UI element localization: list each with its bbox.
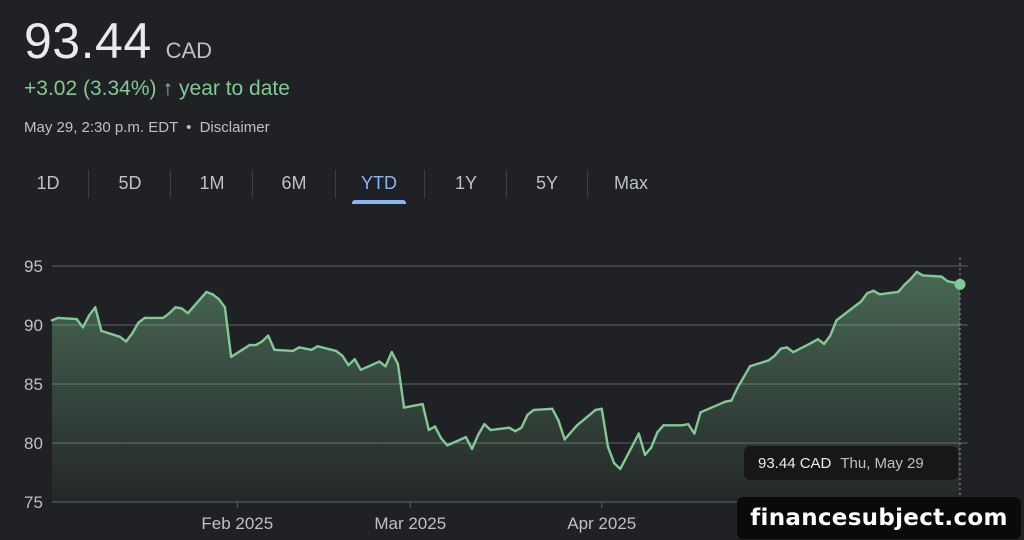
watermark: financesubject.com	[737, 497, 1021, 539]
tab-ytd[interactable]: YTD	[352, 166, 406, 204]
y-tick-label: 75	[24, 493, 43, 512]
price-line-segment	[273, 348, 295, 353]
current-price-dot	[954, 278, 966, 290]
active-tab-indicator	[352, 200, 406, 204]
tab-label: YTD	[361, 173, 397, 193]
y-tick-label: 80	[24, 434, 43, 453]
tab-max[interactable]: Max	[600, 166, 662, 202]
tab-label: 5D	[118, 173, 142, 193]
price-line-segment	[532, 407, 554, 412]
price-change: +3.02 (3.34%) ↑ year to date	[24, 77, 290, 101]
tab-label: 6M	[281, 173, 307, 193]
tab-5y[interactable]: 5Y	[519, 166, 575, 202]
price-header: 93.44 CAD	[24, 12, 212, 70]
tab-1d[interactable]: 1D	[20, 166, 76, 202]
x-axis-ticks: Feb 2025Mar 2025Apr 2025May 2025	[201, 502, 824, 533]
tooltip-value: 93.44 CAD	[758, 454, 832, 472]
tooltip-date: Thu, May 29	[840, 454, 924, 472]
current-price: 93.44	[24, 13, 152, 69]
separator-dot: •	[186, 119, 192, 136]
tab-label: 1D	[36, 173, 60, 193]
y-tick-label: 85	[24, 375, 43, 394]
tab-label: Max	[613, 173, 648, 193]
tab-label: 1Y	[454, 173, 478, 193]
tab-1m[interactable]: 1M	[184, 166, 240, 202]
tab-label: 1M	[199, 173, 225, 193]
x-tick-label: Apr 2025	[567, 514, 636, 533]
tab-1y[interactable]: 1Y	[438, 166, 494, 202]
tab-label: 5Y	[535, 173, 559, 193]
timestamp: May 29, 2:30 p.m. EDT	[24, 119, 178, 136]
arrow-up-icon: ↑	[162, 77, 174, 100]
disclaimer-link[interactable]: Disclaimer	[200, 119, 270, 136]
tab-5d[interactable]: 5D	[102, 166, 158, 202]
price-line-segment	[921, 274, 943, 278]
y-tick-label: 95	[24, 257, 43, 276]
price-tooltip: 93.44 CAD Thu, May 29	[744, 446, 958, 480]
currency-label: CAD	[165, 38, 213, 63]
tab-6m[interactable]: 6M	[266, 166, 322, 202]
timestamp-row: May 29, 2:30 p.m. EDT • Disclaimer	[24, 119, 270, 136]
range-tabs: 1D 5D 1M 6M YTD 1Y 5Y Max	[0, 166, 680, 206]
price-line-segment	[56, 316, 78, 321]
x-tick-label: Mar 2025	[374, 514, 446, 533]
x-tick-label: Feb 2025	[201, 514, 273, 533]
period-label: year to date	[179, 77, 290, 100]
y-tick-label: 90	[24, 316, 43, 335]
change-value: +3.02 (3.34%)	[24, 77, 157, 100]
y-axis-ticks: 95 90 85 80 75	[24, 257, 43, 512]
